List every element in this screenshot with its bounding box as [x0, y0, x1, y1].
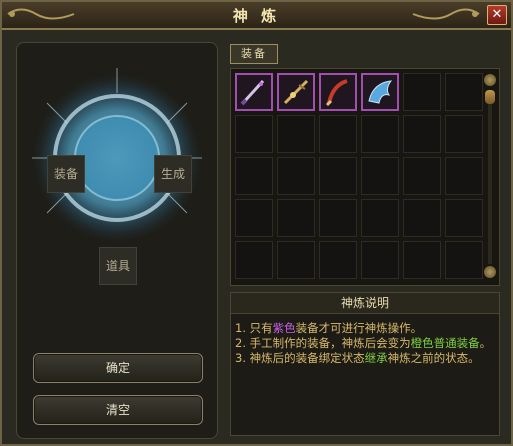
- result-slot[interactable]: 生成: [154, 155, 192, 193]
- refine-window: 神 炼 ✕ 装备 生成 道具 确定 清空 装备 神炼说明 1. 只有紫色装备才可…: [0, 0, 513, 446]
- sword-purple-icon[interactable]: [237, 75, 271, 109]
- grid-slot-empty[interactable]: [277, 157, 315, 195]
- rule-3-post: 神炼之前的状态。: [387, 351, 480, 365]
- equip-slot[interactable]: 装备: [47, 155, 85, 193]
- rule-1-pre: 1. 只有: [235, 321, 273, 335]
- rule-1: 1. 只有紫色装备才可进行神炼操作。: [235, 321, 497, 336]
- grid-slot-empty[interactable]: [235, 199, 273, 237]
- grid-slot-empty[interactable]: [361, 157, 399, 195]
- grid-slot-empty[interactable]: [235, 157, 273, 195]
- refine-description-panel: 神炼说明 1. 只有紫色装备才可进行神炼操作。 2. 手工制作的装备，神炼后会变…: [230, 292, 500, 436]
- grid-slot-empty[interactable]: [445, 157, 483, 195]
- rule-1-highlight: 紫色: [272, 321, 296, 335]
- grid-slot-empty[interactable]: [403, 115, 441, 153]
- grid-slot-empty[interactable]: [361, 241, 399, 279]
- rule-2-pre: 2. 手工制作的装备，神炼后会变为: [235, 336, 411, 350]
- staff-gold-icon[interactable]: [279, 75, 313, 109]
- item-slot[interactable]: 道具: [99, 247, 137, 285]
- grid-slot-empty[interactable]: [361, 199, 399, 237]
- grid-slot-empty[interactable]: [277, 115, 315, 153]
- equipment-grid: [230, 68, 500, 286]
- grid-slot-item[interactable]: [277, 73, 315, 111]
- description-title: 神炼说明: [231, 293, 499, 314]
- grid-slot-empty[interactable]: [403, 157, 441, 195]
- grid-slot-empty[interactable]: [277, 199, 315, 237]
- grid-slot-empty[interactable]: [445, 73, 483, 111]
- rule-3-highlight: 继承: [364, 351, 388, 365]
- tab-equipment[interactable]: 装备: [230, 44, 278, 64]
- grid-slot-item[interactable]: [235, 73, 273, 111]
- refine-left-panel: 装备 生成 道具 确定 清空: [16, 42, 218, 439]
- grid-slot-empty[interactable]: [235, 115, 273, 153]
- blade-red-icon[interactable]: [321, 75, 355, 109]
- grid-slot-empty[interactable]: [235, 241, 273, 279]
- grid-slot-empty[interactable]: [403, 199, 441, 237]
- grid-slot-empty[interactable]: [361, 115, 399, 153]
- rule-3: 3. 神炼后的装备绑定状态继承神炼之前的状态。: [235, 351, 497, 366]
- rule-2: 2. 手工制作的装备，神炼后会变为橙色普通装备。: [235, 336, 497, 351]
- rule-3-pre: 3. 神炼后的装备绑定状态: [235, 351, 365, 365]
- clear-button[interactable]: 清空: [33, 395, 203, 425]
- description-text: 1. 只有紫色装备才可进行神炼操作。 2. 手工制作的装备，神炼后会变为橙色普通…: [235, 321, 497, 366]
- wing-blue-icon[interactable]: [363, 75, 397, 109]
- grid-scrollbar[interactable]: [484, 72, 496, 282]
- grid-slot-empty[interactable]: [445, 241, 483, 279]
- grid-slot-empty[interactable]: [277, 241, 315, 279]
- rule-1-post: 装备才可进行神炼操作。: [295, 321, 423, 335]
- grid-slot-empty[interactable]: [445, 115, 483, 153]
- rule-2-highlight: 橙色普通装备: [410, 336, 480, 350]
- title-bar[interactable]: 神 炼 ✕: [2, 2, 511, 30]
- rule-2-post: 。: [479, 336, 492, 350]
- close-button[interactable]: ✕: [487, 5, 507, 25]
- title-ornament-right: [412, 8, 480, 20]
- scroll-track[interactable]: [488, 92, 492, 264]
- confirm-button[interactable]: 确定: [33, 353, 203, 383]
- grid-slot-empty[interactable]: [445, 199, 483, 237]
- scroll-thumb[interactable]: [485, 90, 495, 104]
- grid-slot-empty[interactable]: [403, 73, 441, 111]
- grid-slot-empty[interactable]: [319, 241, 357, 279]
- grid-slot-empty[interactable]: [319, 115, 357, 153]
- grid-slot-empty[interactable]: [319, 199, 357, 237]
- scroll-down-icon[interactable]: [484, 266, 496, 278]
- grid-slot-item[interactable]: [319, 73, 357, 111]
- grid-slot-item[interactable]: [361, 73, 399, 111]
- scroll-up-icon[interactable]: [484, 74, 496, 86]
- grid-slot-empty[interactable]: [403, 241, 441, 279]
- grid-slot-empty[interactable]: [319, 157, 357, 195]
